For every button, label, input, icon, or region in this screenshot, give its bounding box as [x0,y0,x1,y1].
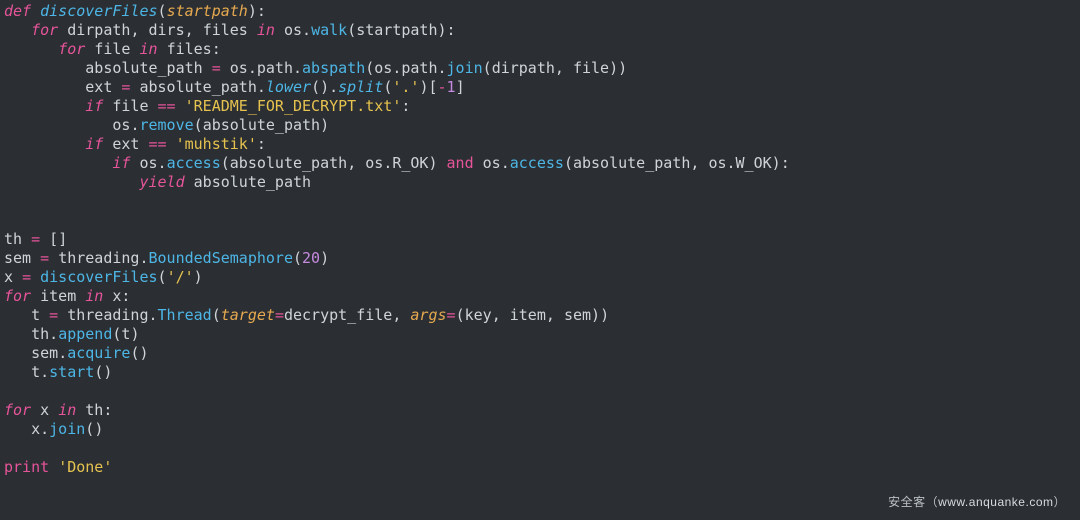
code-line: if file == 'README_FOR_DECRYPT.txt': [4,97,410,115]
code-line: yield absolute_path [4,173,311,191]
code-line: for x in th: [4,401,112,419]
code-line: x = discoverFiles('/') [4,268,203,286]
code-line: def discoverFiles(startpath): [4,2,266,20]
code-line: print 'Done' [4,458,112,476]
code-line: sem = threading.BoundedSemaphore(20) [4,249,329,267]
code-line: for dirpath, dirs, files in os.walk(star… [4,21,456,39]
code-line: absolute_path = os.path.abspath(os.path.… [4,59,627,77]
code-line: x.join() [4,420,103,438]
code-line: th = [] [4,230,67,248]
watermark: 安全客（www.anquanke.com） [888,493,1066,512]
code-line: ext = absolute_path.lower().split('.')[-… [4,78,465,96]
code-line: for item in x: [4,287,130,305]
watermark-site: www.anquanke.com [938,495,1053,509]
code-line: if ext == 'muhstik': [4,135,266,153]
code-line: if os.access(absolute_path, os.R_OK) and… [4,154,790,172]
code-line: sem.acquire() [4,344,149,362]
code-line: os.remove(absolute_path) [4,116,329,134]
watermark-brand: 安全客 [888,495,926,509]
code-line: for file in files: [4,40,221,58]
code-line: t = threading.Thread(target=decrypt_file… [4,306,609,324]
code-line: t.start() [4,363,112,381]
code-line: th.append(t) [4,325,139,343]
code-block: def discoverFiles(startpath): for dirpat… [0,0,1080,479]
